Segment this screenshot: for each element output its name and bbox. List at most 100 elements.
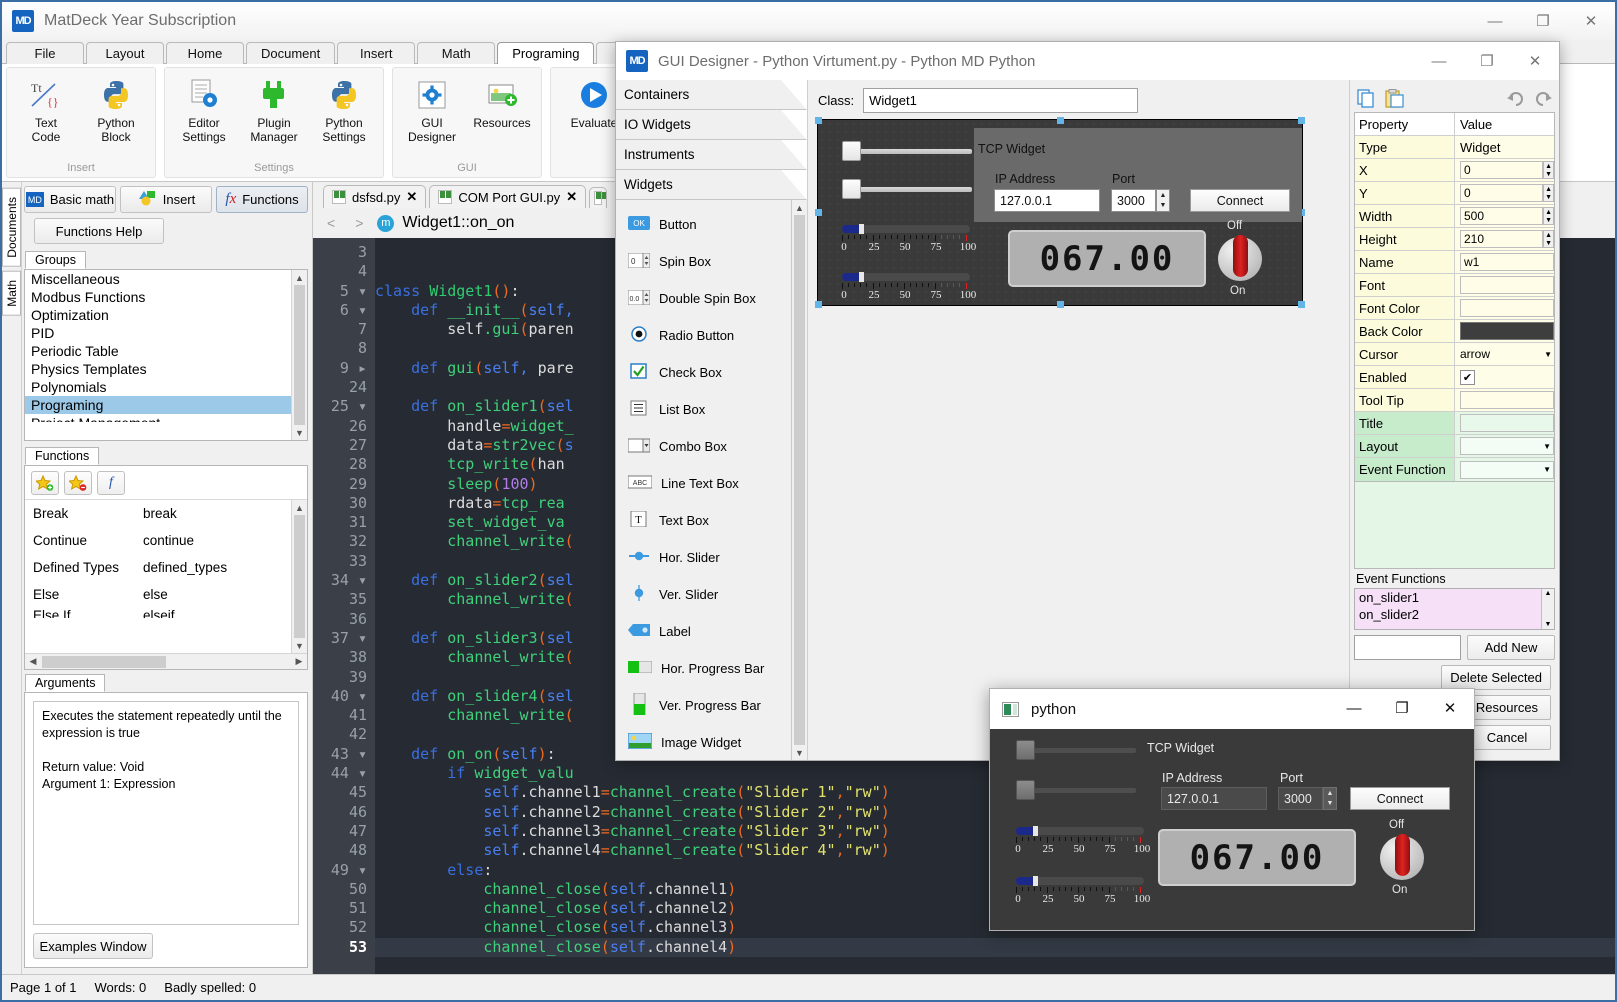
enabled-checkbox[interactable]: ✔ xyxy=(1460,369,1475,385)
widget-list-scrollbar[interactable]: ▲ ▼ xyxy=(791,200,807,760)
python-port-spinner[interactable]: ▲ ▼ xyxy=(1323,787,1337,810)
scroll-right-icon[interactable]: ▶ xyxy=(291,654,307,669)
property-value-name[interactable] xyxy=(1455,251,1554,273)
close-icon[interactable]: ✕ xyxy=(406,189,417,205)
chevron-down-icon[interactable]: ▼ xyxy=(1543,465,1553,474)
redo-icon[interactable] xyxy=(1531,86,1555,110)
ribbon-item-editor-settings[interactable]: Editor Settings xyxy=(169,70,239,144)
ribbon-item-python-block[interactable]: Python Block xyxy=(81,70,151,144)
spin-down-icon[interactable]: ▼ xyxy=(1160,202,1167,209)
paste-icon[interactable] xyxy=(1382,86,1406,110)
functions-hscrollbar[interactable]: ◀ ▶ xyxy=(25,653,307,669)
functions-help-button[interactable]: Functions Help xyxy=(34,218,164,244)
chevron-down-icon[interactable]: ▼ xyxy=(1543,442,1553,451)
list-item[interactable]: Project Management xyxy=(25,414,291,422)
slider-handle[interactable] xyxy=(1016,780,1035,800)
property-value-tooltip[interactable] xyxy=(1455,389,1554,411)
table-row[interactable]: Type Widget xyxy=(1355,136,1554,159)
table-row[interactable]: Height ▲▼ xyxy=(1355,228,1554,251)
widget-item-radio-button[interactable]: Radio Button xyxy=(616,317,791,354)
tab-insert[interactable]: Insert xyxy=(337,42,416,64)
port-input[interactable]: 3000 xyxy=(1111,189,1156,212)
minimize-button[interactable]: — xyxy=(1471,2,1519,40)
back-color-swatch[interactable] xyxy=(1460,322,1554,340)
resize-handle-se[interactable] xyxy=(1298,301,1305,308)
slider-handle[interactable] xyxy=(1016,740,1035,760)
y-input[interactable] xyxy=(1460,184,1544,202)
groups-list[interactable]: Miscellaneous Modbus Functions Optimizat… xyxy=(25,270,307,440)
python-slider-1[interactable] xyxy=(1016,740,1136,760)
widget-item-combo-box[interactable]: Combo Box xyxy=(616,428,791,465)
breadcrumb-prev-button[interactable]: < xyxy=(321,215,341,231)
code-line[interactable]: channel_close(self.channel4) xyxy=(375,937,1615,957)
table-row[interactable]: Title xyxy=(1355,412,1554,435)
functions-button[interactable]: fx Functions xyxy=(216,186,308,213)
widget-item-ver-progress-bar[interactable]: Ver. Progress Bar xyxy=(616,687,791,724)
table-row[interactable]: Break break xyxy=(25,500,291,527)
minimize-button[interactable]: — xyxy=(1330,689,1378,727)
python-port-input[interactable]: 3000 xyxy=(1278,787,1323,810)
widget-item-hor-progress-bar[interactable]: Hor. Progress Bar xyxy=(616,650,791,687)
minimize-button[interactable]: — xyxy=(1415,42,1463,80)
table-row[interactable]: Font xyxy=(1355,274,1554,297)
palette-category-instruments[interactable]: Instruments xyxy=(616,140,807,170)
list-item-selected[interactable]: Programing xyxy=(25,396,291,414)
design-canvas[interactable]: 0 25 50 75 100 0 25 50 75 100 TCP Widget… xyxy=(815,117,1305,308)
event-functions-scrollbar[interactable]: ▲ ▼ xyxy=(1541,589,1554,629)
widget-item-check-box[interactable]: Check Box xyxy=(616,354,791,391)
spin-up-icon[interactable]: ▲ xyxy=(1327,790,1334,797)
class-name-input[interactable]: Widget1 xyxy=(863,88,1139,113)
property-value-font-color[interactable] xyxy=(1455,297,1554,319)
groups-scrollbar[interactable]: ▲ ▼ xyxy=(291,270,307,440)
table-row[interactable]: Name xyxy=(1355,251,1554,274)
height-input[interactable] xyxy=(1460,230,1544,248)
table-row[interactable]: Else If elseif xyxy=(25,608,291,618)
scroll-down-icon[interactable]: ▼ xyxy=(1545,621,1552,628)
maximize-button[interactable]: ❐ xyxy=(1378,689,1426,727)
slider-handle[interactable] xyxy=(842,141,861,161)
resize-handle-ne[interactable] xyxy=(1298,117,1305,124)
spin-down-icon[interactable]: ▼ xyxy=(1327,800,1334,807)
property-value-enabled[interactable]: ✔ xyxy=(1455,366,1554,388)
table-row[interactable]: Continue continue xyxy=(25,527,291,554)
widget-item-text-box[interactable]: T Text Box xyxy=(616,502,791,539)
python-ip-input[interactable]: 127.0.0.1 xyxy=(1161,787,1267,810)
list-item[interactable]: PID xyxy=(25,324,291,342)
list-item[interactable]: Modbus Functions xyxy=(25,288,291,306)
close-button[interactable]: ✕ xyxy=(1426,689,1474,727)
resize-handle-w[interactable] xyxy=(815,209,822,216)
functions-scrollbar[interactable]: ▲ ▼ xyxy=(291,500,307,653)
widget-item-spin-box[interactable]: 0 Spin Box xyxy=(616,243,791,280)
scroll-down-icon[interactable]: ▼ xyxy=(792,745,807,760)
table-row[interactable]: Defined Types defined_types xyxy=(25,554,291,581)
widget-list[interactable]: OK Button 0 Spin Box 0.0 Double Spin Box… xyxy=(616,200,807,760)
chevron-down-icon[interactable]: ▼ xyxy=(1544,350,1554,359)
scroll-thumb[interactable] xyxy=(294,285,305,425)
table-row[interactable]: Width ▲▼ xyxy=(1355,205,1554,228)
width-spinner[interactable]: ▲ ▼ xyxy=(1543,207,1554,225)
font-color-input[interactable] xyxy=(1460,299,1554,317)
resize-handle-nw[interactable] xyxy=(815,117,822,124)
ribbon-item-python-settings[interactable]: Python Settings xyxy=(309,70,379,144)
property-value-cursor[interactable]: arrow ▼ xyxy=(1455,343,1554,365)
power-toggle-switch[interactable]: Off On xyxy=(1218,220,1266,297)
editor-tab-extra[interactable] xyxy=(589,187,608,208)
vtab-documents[interactable]: Documents xyxy=(2,188,21,267)
copy-icon[interactable] xyxy=(1354,86,1378,110)
port-spinner[interactable]: ▲ ▼ xyxy=(1156,189,1170,212)
widget-item-list-box[interactable]: List Box xyxy=(616,391,791,428)
y-spinner[interactable]: ▲ ▼ xyxy=(1543,184,1554,202)
list-item[interactable]: Periodic Table xyxy=(25,342,291,360)
title-input[interactable] xyxy=(1460,414,1554,432)
property-value-x[interactable]: ▲▼ xyxy=(1455,159,1554,181)
property-value-event-function[interactable]: ▼ xyxy=(1455,458,1554,481)
table-row[interactable]: Y ▲▼ xyxy=(1355,182,1554,205)
resources-button[interactable]: Resources xyxy=(1463,695,1551,720)
table-row[interactable]: Layout ▼ xyxy=(1355,435,1554,458)
resize-handle-s[interactable] xyxy=(1057,301,1064,308)
python-power-toggle[interactable]: Off On xyxy=(1380,819,1428,896)
ribbon-item-plugin-manager[interactable]: Plugin Manager xyxy=(239,70,309,144)
widget-item-ver-slider[interactable]: Ver. Slider xyxy=(616,576,791,613)
undo-icon[interactable] xyxy=(1503,86,1527,110)
property-value-layout[interactable]: ▼ xyxy=(1455,435,1554,457)
